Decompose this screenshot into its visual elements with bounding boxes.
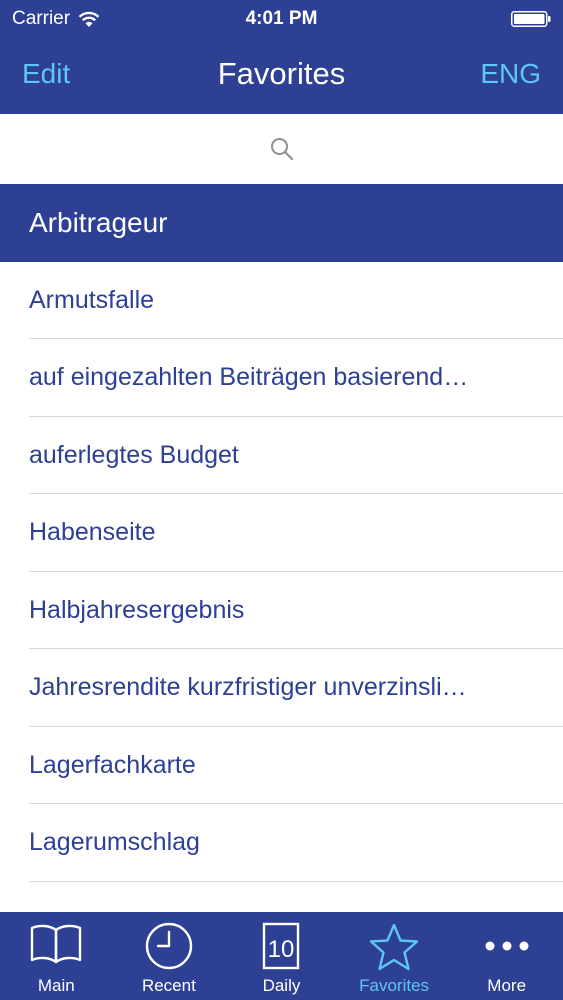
tab-more[interactable]: More [450, 912, 563, 1000]
clock-icon [145, 922, 193, 970]
tab-recent[interactable]: Recent [113, 912, 226, 1000]
calendar-day: 10 [268, 936, 295, 963]
nav-bar: Edit Favorites ENG [0, 38, 563, 114]
tab-main[interactable]: Main [0, 912, 113, 1000]
list-item-label: Lagerfachkarte [29, 750, 196, 779]
list-item-label: auferlegtes Budget [29, 440, 239, 469]
list-item-label: Jahresrendite kurzfristiger unverzinsli… [29, 673, 467, 702]
list-item[interactable]: auferlegtes Budget [0, 417, 563, 495]
list-item[interactable]: auf eingezahlten Beiträgen basierend… [0, 339, 563, 417]
calendar-icon: 10 [263, 922, 300, 970]
list-item[interactable]: Armutsfalle [0, 262, 563, 340]
more-icon [485, 941, 529, 951]
tab-label: Main [37, 976, 75, 995]
status-time: 4:01 PM [245, 8, 318, 29]
tab-daily[interactable]: 10 Daily [225, 912, 338, 1000]
list-item[interactable]: Lagerumschlag [0, 804, 563, 882]
page-title: Favorites [217, 56, 346, 91]
tab-favorites[interactable]: Favorites [338, 912, 451, 1000]
list-item-label: Arbitrageur [29, 206, 168, 238]
language-button[interactable]: ENG [480, 58, 541, 90]
status-bar: Carrier 4:01 PM [0, 0, 563, 38]
list-item-label: Habenseite [29, 518, 156, 547]
search-input[interactable] [0, 114, 563, 184]
tab-label: Daily [262, 976, 301, 995]
list-item-label: Armutsfalle [29, 285, 155, 314]
tab-label: Recent [141, 976, 196, 995]
list-item[interactable]: Halbjahresergebnis [0, 572, 563, 650]
tab-label: More [487, 976, 527, 995]
book-icon [31, 924, 82, 964]
search-bar [0, 114, 563, 184]
list-item-label: Lagerumschlag [29, 828, 200, 857]
list-item[interactable]: Habenseite [0, 494, 563, 572]
favorites-list: Arbitrageur Armutsfalle auf eingezahlten… [0, 184, 563, 882]
edit-button[interactable]: Edit [22, 58, 70, 90]
list-item-label: Halbjahresergebnis [29, 595, 245, 624]
list-item[interactable]: Lagerfachkarte [0, 727, 563, 805]
tab-bar: Main Recent 10 Daily Favorites More [0, 912, 563, 1000]
list-item-label: auf eingezahlten Beiträgen basierend… [29, 363, 469, 392]
star-icon [369, 923, 419, 971]
battery-icon [511, 11, 551, 27]
list-item[interactable]: Jahresrendite kurzfristiger unverzinsli… [0, 649, 563, 727]
list-item[interactable]: Arbitrageur [0, 184, 563, 262]
tab-label: Favorites [359, 976, 430, 995]
